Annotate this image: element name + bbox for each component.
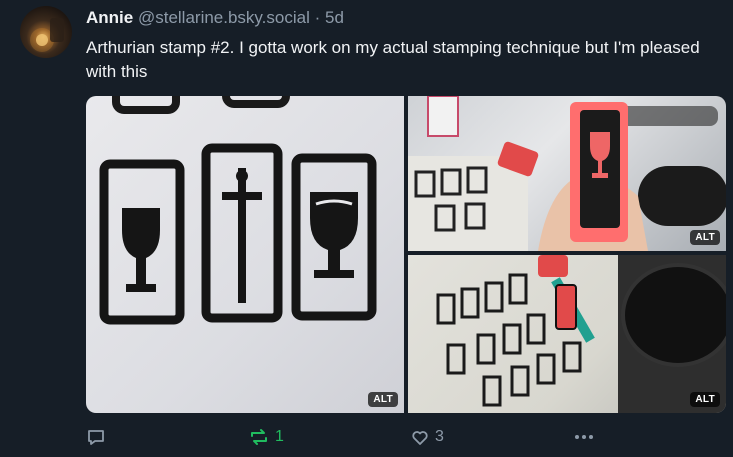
post-text: Arthurian stamp #2. I gotta work on my a… [86, 38, 700, 81]
repost-icon [251, 429, 267, 445]
more-options-button[interactable] [572, 424, 596, 450]
repost-count: 1 [275, 428, 284, 445]
post-header: Annie @stellarine.bsky.social · 5d [86, 7, 344, 29]
reply-button[interactable] [86, 424, 106, 450]
like-button[interactable]: 3 [410, 424, 444, 450]
like-count: 3 [435, 428, 444, 445]
image-stamp-sheet[interactable]: ALT [408, 255, 726, 413]
post-time[interactable]: 5d [325, 8, 344, 27]
alt-badge[interactable]: ALT [690, 392, 720, 407]
author-name[interactable]: Annie [86, 8, 133, 27]
alt-badge[interactable]: ALT [690, 230, 720, 245]
author-handle[interactable]: @stellarine.bsky.social [138, 8, 310, 27]
repost-button[interactable]: 1 [248, 424, 284, 450]
post-actions: 1 3 [86, 424, 616, 450]
image-stamp-in-hand[interactable]: ALT [408, 96, 726, 251]
reply-icon [88, 430, 104, 445]
image-stamps-closeup[interactable]: ALT [86, 96, 404, 413]
separator-dot: · [314, 8, 321, 27]
media-gallery: ALT ALT ALT [86, 96, 726, 413]
alt-badge[interactable]: ALT [368, 392, 398, 407]
heart-icon [412, 431, 428, 445]
more-horizontal-icon [575, 435, 593, 439]
avatar[interactable] [20, 6, 72, 58]
